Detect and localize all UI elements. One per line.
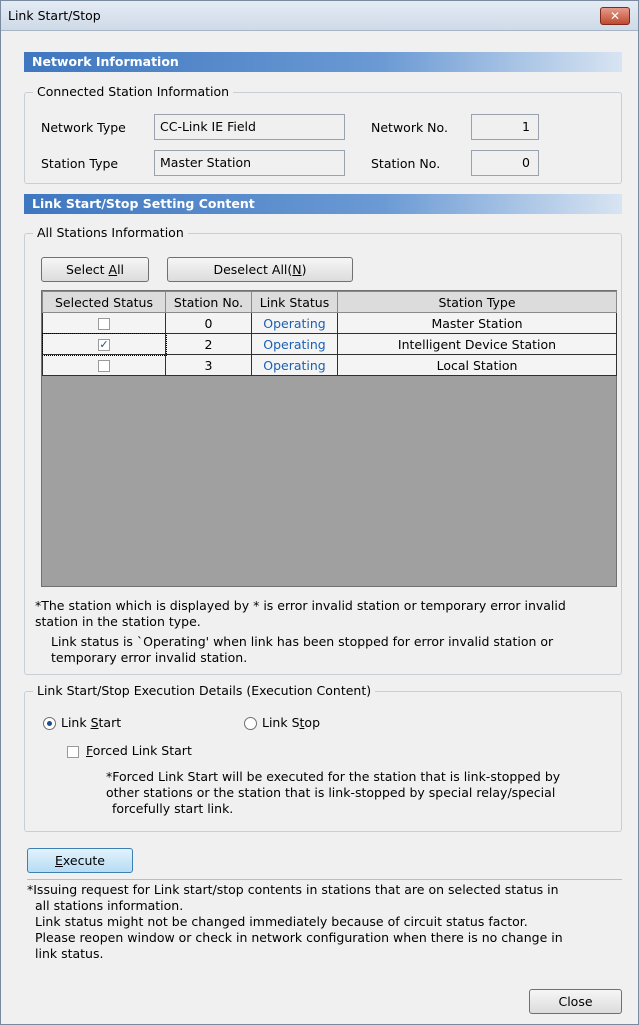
table-row[interactable]: 3 Operating Local Station (42, 354, 617, 376)
station-no-cell: 2 (165, 333, 252, 355)
forced-note-line1: *Forced Link Start will be executed for … (106, 769, 561, 784)
footer-note-line4: Please reopen window or check in network… (35, 930, 563, 945)
deselect-all-accelerator: N (292, 262, 302, 277)
forced-link-start-text-tail: orced Link Start (92, 743, 192, 758)
station-type-label: Station Type (41, 156, 119, 171)
link-start-stop-dialog: Link Start/Stop ✕ Network Information Co… (0, 0, 639, 1025)
radio-selected-dot (47, 721, 52, 726)
station-type-cell: Master Station (337, 312, 617, 334)
operating-status-note-line1: Link status is `Operating' when link has… (51, 634, 554, 649)
column-header-selected-status[interactable]: Selected Status (42, 291, 166, 313)
execute-accelerator: E (55, 853, 63, 868)
select-all-accelerator: A (108, 262, 118, 277)
close-icon: ✕ (609, 9, 621, 23)
link-start-text: Link (61, 715, 91, 730)
link-stop-radio[interactable] (244, 717, 257, 730)
execute-button[interactable]: Execute (27, 848, 133, 873)
link-status-cell: Operating (251, 333, 338, 355)
footer-note-line3: Link status might not be changed immedia… (35, 914, 528, 929)
deselect-all-label-tail: ) (301, 262, 307, 277)
deselect-all-label: Deselect All( (213, 262, 293, 277)
network-type-field: CC-Link IE Field (154, 114, 345, 140)
close-window-button[interactable]: ✕ (600, 7, 630, 25)
forced-note-line3: forcefully start link. (112, 801, 234, 816)
divider (27, 879, 622, 880)
link-stop-text-tail: op (304, 715, 321, 730)
footer-notes: *Issuing request for Link start/stop con… (27, 882, 563, 962)
invalid-station-note-line1: *The station which is displayed by * is … (35, 598, 566, 613)
execution-details-legend: Link Start/Stop Execution Details (Execu… (33, 683, 376, 698)
forced-link-start-checkbox[interactable] (67, 746, 79, 758)
forced-link-start-note: *Forced Link Start will be executed for … (106, 769, 560, 817)
table-row[interactable]: ✓ 2 Operating Intelligent Device Station (41, 332, 617, 356)
forced-link-start-accelerator: F (86, 743, 93, 758)
link-status-cell: Operating (251, 354, 338, 376)
stations-grid[interactable]: Selected Status Station No. Link Status … (41, 290, 617, 587)
table-row[interactable]: 0 Operating Master Station (42, 312, 617, 334)
all-stations-legend: All Stations Information (33, 225, 188, 240)
forced-link-start-label[interactable]: Forced Link Start (86, 743, 192, 758)
operating-status-note-line2: temporary error invalid station. (51, 650, 248, 665)
link-status-cell: Operating (251, 312, 338, 334)
column-header-station-type[interactable]: Station Type (337, 291, 617, 313)
link-stop-label[interactable]: Link Stop (262, 715, 320, 730)
operating-status-note: Link status is `Operating' when link has… (51, 634, 553, 666)
column-header-link-status[interactable]: Link Status (251, 291, 338, 313)
selected-status-cell[interactable] (42, 312, 166, 334)
footer-note-line5: link status. (35, 946, 104, 961)
station-no-label: Station No. (371, 156, 441, 171)
row-select-checkbox[interactable]: ✓ (98, 339, 110, 351)
stations-table: Selected Status Station No. Link Status … (41, 291, 617, 376)
network-information-header: Network Information (24, 52, 622, 72)
station-type-field: Master Station (154, 150, 345, 176)
forced-note-line2: other stations or the station that is li… (106, 785, 556, 800)
link-start-label[interactable]: Link Start (61, 715, 121, 730)
link-start-accelerator: S (90, 715, 99, 730)
network-type-label: Network Type (41, 120, 126, 135)
station-type-cell: Local Station (337, 354, 617, 376)
row-select-checkbox[interactable] (98, 360, 110, 372)
link-stop-text: Link S (262, 715, 300, 730)
network-no-label: Network No. (371, 120, 448, 135)
link-start-text-tail: tart (98, 715, 122, 730)
station-no-cell: 3 (165, 354, 252, 376)
station-type-cell: Intelligent Device Station (337, 333, 617, 355)
select-all-button[interactable]: Select All (41, 257, 149, 282)
select-all-label: Select (65, 262, 109, 277)
station-no-field: 0 (471, 150, 539, 176)
footer-note-line1: *Issuing request for Link start/stop con… (27, 882, 559, 897)
station-no-cell: 0 (165, 312, 252, 334)
deselect-all-button[interactable]: Deselect All(N) (167, 257, 353, 282)
execute-label-tail: xecute (62, 853, 105, 868)
select-all-label-tail: ll (117, 262, 125, 277)
close-button[interactable]: Close (529, 989, 622, 1014)
table-header-row: Selected Status Station No. Link Status … (42, 291, 617, 313)
setting-content-header: Link Start/Stop Setting Content (24, 194, 622, 214)
title-bar: Link Start/Stop ✕ (1, 1, 638, 31)
invalid-station-note-line2: station in the station type. (35, 614, 201, 629)
connected-station-legend: Connected Station Information (33, 84, 234, 99)
network-no-field: 1 (471, 114, 539, 140)
invalid-station-note: *The station which is displayed by * is … (35, 598, 566, 630)
window-title: Link Start/Stop (8, 8, 101, 23)
link-start-radio[interactable] (43, 717, 56, 730)
footer-note-line2: all stations information. (35, 898, 184, 913)
row-select-checkbox[interactable] (98, 318, 110, 330)
column-header-station-no[interactable]: Station No. (165, 291, 252, 313)
selected-status-cell[interactable]: ✓ (41, 332, 167, 356)
selected-status-cell[interactable] (42, 354, 166, 376)
